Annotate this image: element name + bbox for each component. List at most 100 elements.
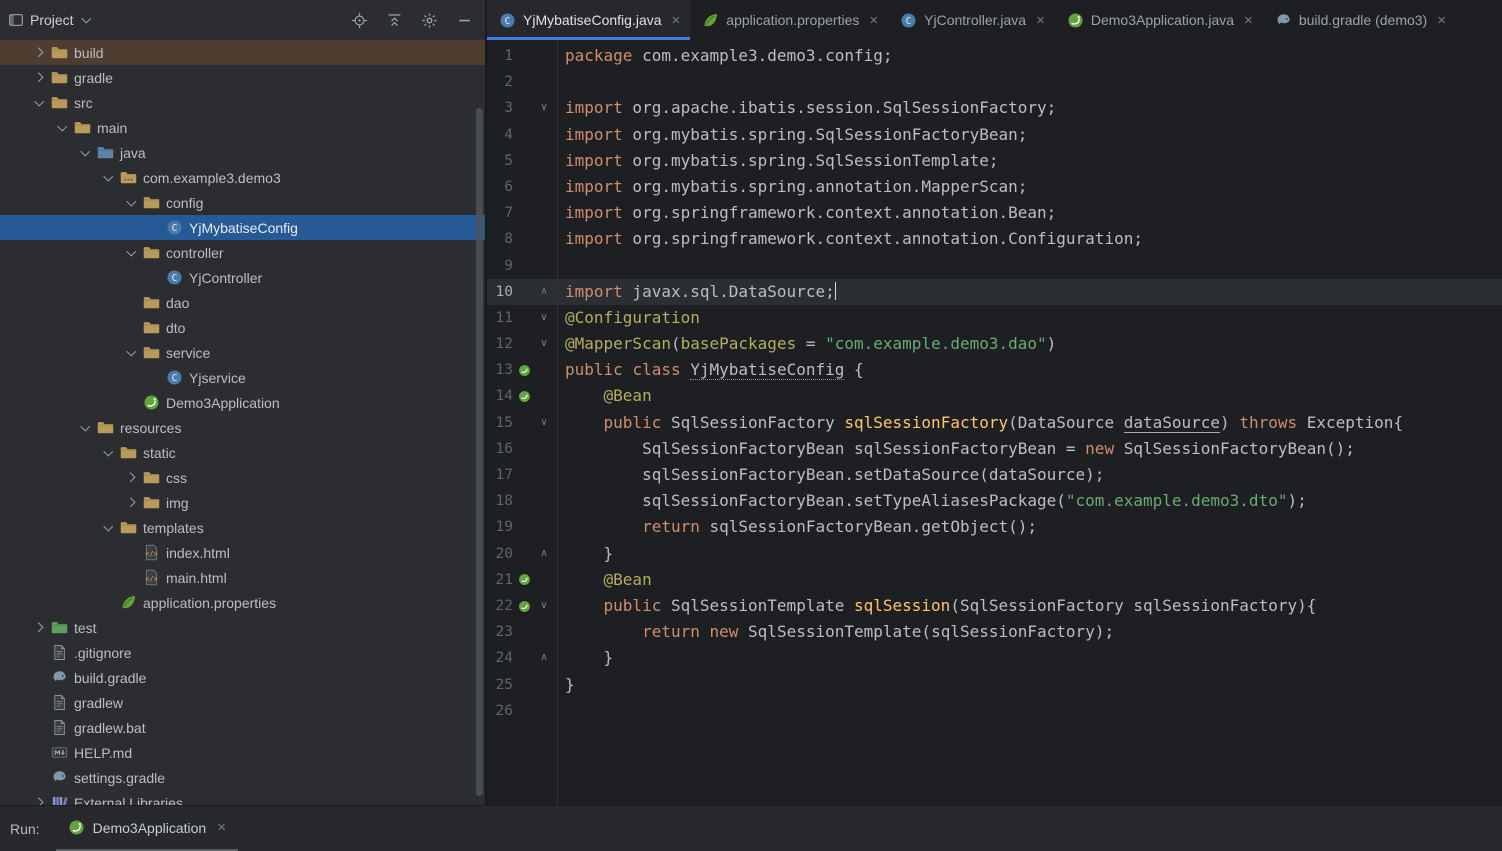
code-line-20[interactable]: 20 ∧ } [487,541,1502,567]
tree-item-config[interactable]: config [0,190,485,215]
tree-item-application-properties[interactable]: application.properties [0,590,485,615]
tree-item-static[interactable]: static [0,440,485,465]
code-line-13[interactable]: 13 public class YjMybatiseConfig { [487,357,1502,383]
close-icon[interactable]: × [1036,13,1045,28]
tree-item-demo3application[interactable]: Demo3Application [0,390,485,415]
tree-item-templates[interactable]: templates [0,515,485,540]
editor-tab-build-gradle-demo3[interactable]: build.gradle (demo3) × [1263,0,1456,40]
code-line-6[interactable]: 6 import org.mybatis.spring.annotation.Ma… [487,174,1502,200]
tree-item-help-md[interactable]: HELP.md [0,740,485,765]
chevron-right-icon[interactable] [31,44,48,61]
chevron-right-icon[interactable] [31,794,48,805]
code-line-12[interactable]: 12 ∨ @MapperScan(basePackages = "com.examp… [487,331,1502,357]
tree-item-index-html[interactable]: </> index.html [0,540,485,565]
chevron-down-icon[interactable] [54,119,71,136]
chevron-down-icon[interactable] [123,344,140,361]
close-icon[interactable]: × [1244,13,1253,28]
tree-item-com-example3-demo3[interactable]: com.example3.demo3 [0,165,485,190]
chevron-down-icon[interactable] [100,169,117,186]
chevron-down-icon[interactable] [100,519,117,536]
spring-bean-gutter-slot[interactable] [513,383,535,409]
tree-item-main-html[interactable]: </> main.html [0,565,485,590]
code-line-25[interactable]: 25} [487,672,1502,698]
tree-item-resources[interactable]: resources [0,415,485,440]
run-tab-demo3application[interactable]: Demo3Application × [55,806,238,851]
code-line-5[interactable]: 5 import org.mybatis.spring.SqlSessionTem… [487,148,1502,174]
code-editor[interactable]: 1 package com.example3.demo3.config; 2 3 ∨ im… [487,40,1502,805]
code-line-16[interactable]: 16 SqlSessionFactoryBean sqlSessionFacto… [487,436,1502,462]
code-line-19[interactable]: 19 return sqlSessionFactoryBean.getObjec… [487,514,1502,540]
code-line-11[interactable]: 11 ∨ @Configuration [487,305,1502,331]
tree-item-service[interactable]: service [0,340,485,365]
locate-file-icon[interactable] [351,12,368,29]
close-icon[interactable]: × [672,13,681,28]
fold-collapse-icon[interactable]: ∨ [535,331,553,357]
code-line-8[interactable]: 8 import org.springframework.context.anno… [487,226,1502,252]
tree-item-dto[interactable]: dto [0,315,485,340]
code-line-7[interactable]: 7 import org.springframework.context.anno… [487,200,1502,226]
chevron-right-icon[interactable] [123,494,140,511]
close-icon[interactable]: × [869,13,878,28]
code-line-22[interactable]: 22 ∨ public SqlSessionTemplate sqlSession… [487,593,1502,619]
editor-tab-yjcontroller-java[interactable]: C YjController.java × [888,0,1055,40]
tree-item-gradlew-bat[interactable]: gradlew.bat [0,715,485,740]
tree-item-gradlew[interactable]: gradlew [0,690,485,715]
tree-item-build[interactable]: build [0,40,485,65]
code-line-14[interactable]: 14 @Bean [487,383,1502,409]
code-line-9[interactable]: 9 [487,253,1502,279]
close-icon[interactable]: × [1437,13,1446,28]
tree-item-img[interactable]: img [0,490,485,515]
tree-item-yjservice[interactable]: C Yjservice [0,365,485,390]
code-line-2[interactable]: 2 [487,69,1502,95]
fold-collapse-icon[interactable]: ∨ [535,305,553,331]
tree-item-settings-gradle[interactable]: settings.gradle [0,765,485,790]
tree-item-test[interactable]: test [0,615,485,640]
tree-item-src[interactable]: src [0,90,485,115]
hide-panel-icon[interactable] [456,12,473,29]
tree-item-controller[interactable]: controller [0,240,485,265]
tree-scrollbar[interactable] [476,108,483,796]
code-line-23[interactable]: 23 return new SqlSessionTemplate(sqlSess… [487,619,1502,645]
tree-item-external-libraries[interactable]: External Libraries [0,790,485,805]
code-line-26[interactable]: 26 [487,698,1502,724]
spring-bean-gutter-slot[interactable] [513,357,535,383]
fold-end-icon[interactable]: ∧ [535,279,553,305]
editor-tab-yjmybatiseconfig-java[interactable]: C YjMybatiseConfig.java × [487,0,691,40]
chevron-down-icon[interactable] [123,244,140,261]
project-selector[interactable]: Project [8,12,94,29]
fold-collapse-icon[interactable]: ∨ [535,593,553,619]
fold-end-icon[interactable]: ∧ [535,541,553,567]
chevron-down-icon[interactable] [100,444,117,461]
fold-collapse-icon[interactable]: ∨ [535,95,553,121]
editor-tab-application-properties[interactable]: application.properties × [690,0,888,40]
tree-item-yjmybatiseconfig[interactable]: C YjMybatiseConfig [0,215,485,240]
code-line-1[interactable]: 1 package com.example3.demo3.config; [487,43,1502,69]
code-line-15[interactable]: 15 ∨ public SqlSessionFactory sqlSessionF… [487,410,1502,436]
tree-item-build-gradle[interactable]: build.gradle [0,665,485,690]
spring-bean-gutter-slot[interactable] [513,567,535,593]
tree-item-gitignore[interactable]: .gitignore [0,640,485,665]
code-line-18[interactable]: 18 sqlSessionFactoryBean.setTypeAliasesP… [487,488,1502,514]
chevron-right-icon[interactable] [31,619,48,636]
tree-item-css[interactable]: css [0,465,485,490]
code-line-10[interactable]: 10 ∧ import javax.sql.DataSource; [487,278,1502,305]
code-line-21[interactable]: 21 @Bean [487,567,1502,593]
fold-collapse-icon[interactable]: ∨ [535,410,553,436]
settings-gear-icon[interactable] [421,12,438,29]
code-line-3[interactable]: 3 ∨ import org.apache.ibatis.session.SqlSe… [487,95,1502,121]
editor-tab-demo3application-java[interactable]: Demo3Application.java × [1055,0,1263,40]
code-line-17[interactable]: 17 sqlSessionFactoryBean.setDataSource(d… [487,462,1502,488]
chevron-down-icon[interactable] [123,194,140,211]
tree-item-java[interactable]: java [0,140,485,165]
tree-item-gradle[interactable]: gradle [0,65,485,90]
tree-item-main[interactable]: main [0,115,485,140]
code-line-24[interactable]: 24 ∧ } [487,645,1502,671]
chevron-down-icon[interactable] [77,419,94,436]
chevron-right-icon[interactable] [123,469,140,486]
chevron-down-icon[interactable] [77,144,94,161]
chevron-right-icon[interactable] [31,69,48,86]
chevron-down-icon[interactable] [31,94,48,111]
tree-item-dao[interactable]: dao [0,290,485,315]
collapse-all-icon[interactable] [386,12,403,29]
close-icon[interactable]: × [217,820,226,835]
